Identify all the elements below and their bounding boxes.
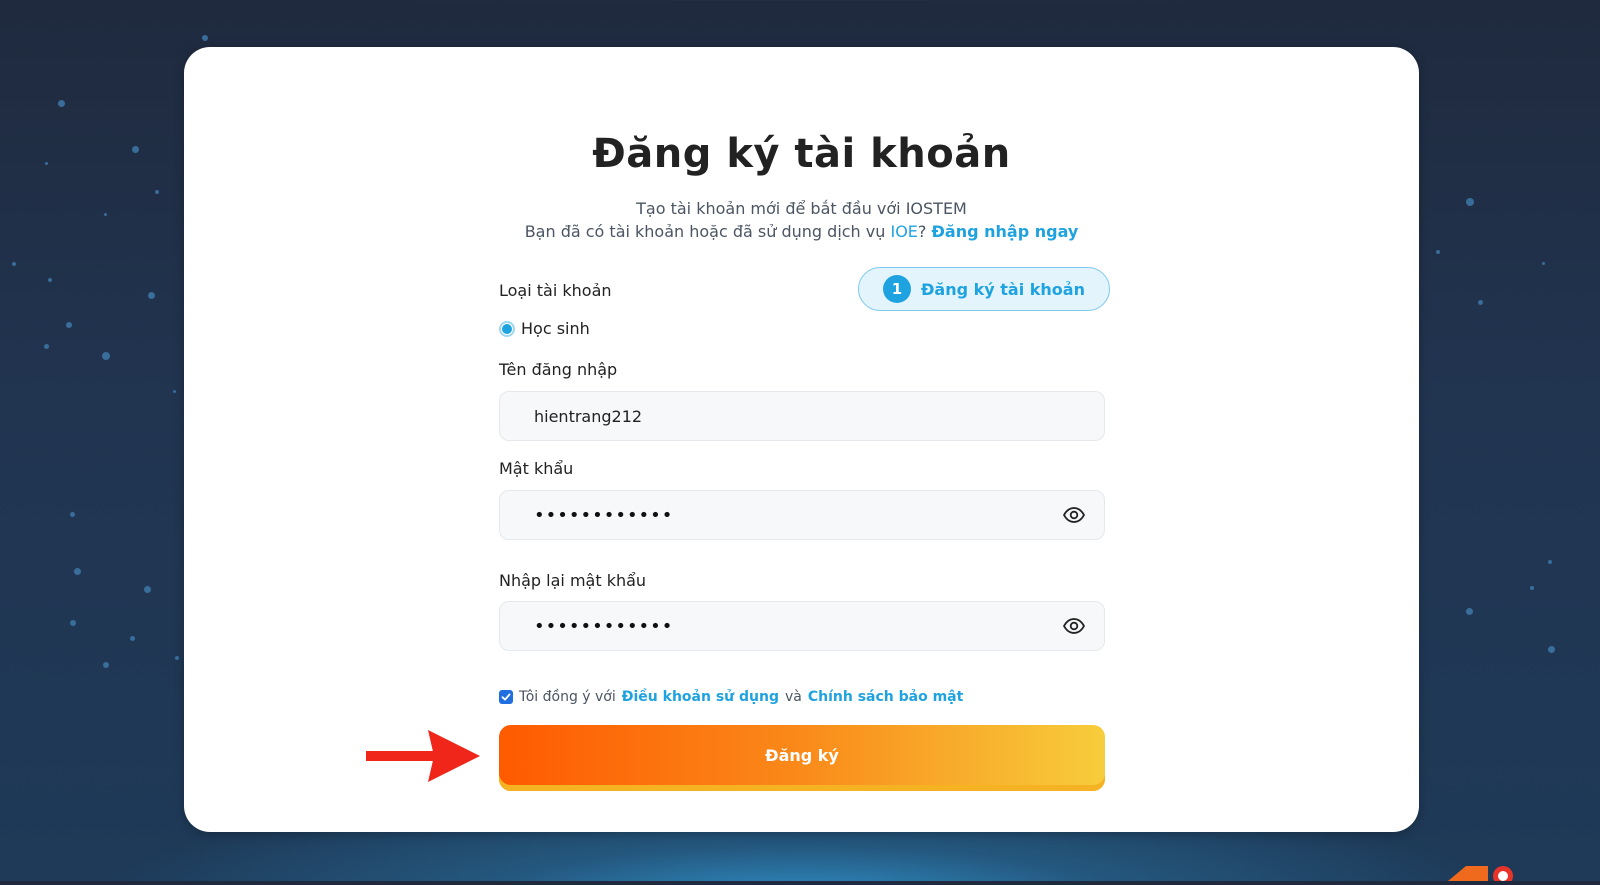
confirm-password-label: Nhập lại mật khẩu xyxy=(499,571,647,590)
username-field[interactable]: hientrang212 xyxy=(499,391,1105,441)
star xyxy=(48,278,52,282)
star xyxy=(70,512,75,517)
star xyxy=(44,344,49,349)
step-number-badge: 1 xyxy=(883,275,912,303)
terms-agreement: Tôi đồng ý với Điều khoản sử dụng và Chí… xyxy=(499,689,963,705)
star xyxy=(148,292,155,299)
terms-of-use-link[interactable]: Điều khoản sử dụng xyxy=(622,689,779,705)
subtitle-line-2-text: Bạn đã có tài khoản hoặc đã sử dụng dịch… xyxy=(524,222,886,241)
confirm-password-value: •••••••••••• xyxy=(534,615,674,637)
terms-and: và xyxy=(784,689,802,705)
star xyxy=(1466,198,1474,206)
red-arrow-icon xyxy=(366,730,480,786)
password-value: •••••••••••• xyxy=(534,504,674,526)
star xyxy=(1530,586,1534,590)
account-type-label: Loại tài khoản xyxy=(499,281,612,300)
star xyxy=(66,322,72,328)
eye-icon[interactable] xyxy=(1062,503,1086,527)
radio-label: Học sinh xyxy=(521,319,590,338)
star xyxy=(45,162,48,165)
star xyxy=(102,352,110,360)
login-now-link[interactable]: Đăng nhập ngay xyxy=(932,222,1079,241)
star xyxy=(1436,250,1440,254)
brand-logo-icon xyxy=(1448,860,1518,885)
username-label: Tên đăng nhập xyxy=(499,360,618,379)
username-value: hientrang212 xyxy=(534,406,643,426)
star xyxy=(103,662,109,668)
page-subtitle: Tạo tài khoản mới để bắt đầu với IOSTEM … xyxy=(184,197,1419,243)
star xyxy=(130,636,135,641)
star xyxy=(155,190,159,194)
confirm-password-field[interactable]: •••••••••••• xyxy=(499,601,1105,651)
star xyxy=(74,568,81,575)
password-field[interactable]: •••••••••••• xyxy=(499,490,1105,540)
eye-icon[interactable] xyxy=(1062,614,1086,638)
radio-button[interactable] xyxy=(499,320,515,337)
radio-selected-dot xyxy=(502,323,512,334)
star xyxy=(1542,262,1545,265)
star xyxy=(173,390,176,393)
star xyxy=(1548,646,1555,653)
star xyxy=(104,213,107,216)
privacy-policy-link[interactable]: Chính sách bảo mật xyxy=(808,689,963,705)
password-label: Mật khẩu xyxy=(499,459,574,478)
step-label: Đăng ký tài khoản xyxy=(921,279,1085,299)
ioe-link[interactable]: IOE xyxy=(890,222,917,241)
register-button[interactable]: Đăng ký xyxy=(499,725,1105,791)
star xyxy=(1478,300,1483,305)
star xyxy=(58,100,65,107)
star xyxy=(202,35,208,41)
question-mark: ? xyxy=(917,222,927,241)
star xyxy=(70,620,76,626)
terms-checkbox[interactable] xyxy=(499,690,513,704)
star xyxy=(175,656,179,660)
subtitle-line-2: Bạn đã có tài khoản hoặc đã sử dụng dịch… xyxy=(184,220,1419,243)
account-type-radio-student[interactable]: Học sinh xyxy=(499,319,590,338)
star xyxy=(12,262,16,266)
star xyxy=(144,586,151,593)
subtitle-line-1: Tạo tài khoản mới để bắt đầu với IOSTEM xyxy=(636,199,967,218)
star xyxy=(1548,560,1552,564)
star xyxy=(132,146,139,153)
step-indicator: 1 Đăng ký tài khoản xyxy=(858,267,1110,311)
star xyxy=(1466,608,1473,615)
page-title: Đăng ký tài khoản xyxy=(592,131,1011,177)
terms-prefix: Tôi đồng ý với xyxy=(519,689,616,705)
